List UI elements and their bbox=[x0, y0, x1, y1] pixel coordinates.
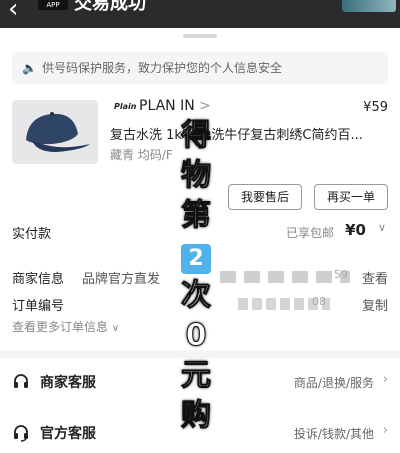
privacy-notice-text: 供号码保护服务，致力保护您的个人信息安全 bbox=[42, 61, 283, 75]
merchant-info-value: 品牌官方直发 bbox=[82, 272, 161, 287]
official-service-sub: 投诉/钱款/其他 bbox=[293, 427, 374, 441]
overlay-char: 0 bbox=[185, 318, 207, 354]
masked-phone bbox=[220, 271, 350, 283]
chevron-down-icon: ∨ bbox=[111, 323, 120, 334]
after-sale-button[interactable]: 我要售后 bbox=[228, 184, 302, 210]
payment-amount: ¥0 bbox=[345, 221, 366, 239]
official-service-label: 官方客服 bbox=[40, 426, 96, 442]
copy-button[interactable]: 复制 bbox=[362, 295, 388, 314]
shop-logo: Plain bbox=[114, 102, 137, 111]
headset-icon bbox=[14, 374, 28, 388]
more-order-info-label: 查看更多订单信息 bbox=[12, 320, 109, 334]
overlay-char: 得 bbox=[181, 118, 212, 154]
merchant-service-sub: 商品/退换/服务 bbox=[293, 376, 374, 390]
order-number-tail: 08 bbox=[312, 295, 326, 308]
sheet-drag-handle[interactable] bbox=[183, 34, 217, 38]
shop-name[interactable]: PLAN IN > bbox=[139, 98, 211, 114]
product-name[interactable]: 复古水洗 1k% 水洗牛仔复古刺绣C简约百... bbox=[110, 124, 380, 143]
merchant-info-label: 商家信息 bbox=[12, 272, 65, 287]
rebuy-button[interactable]: 再买一单 bbox=[314, 184, 388, 210]
overlay-char: 第 bbox=[181, 198, 212, 234]
free-shipping-text: 已享包邮 bbox=[285, 226, 334, 240]
privacy-notice: 🔈 供号码保护服务，致力保护您的个人信息安全 bbox=[12, 52, 388, 84]
merchant-info-tail: 59 bbox=[334, 268, 348, 281]
view-button[interactable]: 查看 bbox=[362, 268, 388, 287]
app-logo: APP bbox=[38, 0, 68, 10]
top-bar: ‹ APP 交易成功 bbox=[0, 0, 400, 28]
overlay-char: 物 bbox=[181, 158, 212, 194]
chevron-right-icon: › bbox=[382, 423, 388, 438]
shop-chevron-icon: > bbox=[199, 98, 211, 114]
headset-icon bbox=[14, 425, 28, 442]
page-title: 交易成功 bbox=[74, 0, 146, 14]
merchant-service-label: 商家客服 bbox=[40, 375, 96, 391]
back-icon[interactable]: ‹ bbox=[8, 0, 18, 24]
speaker-icon: 🔈 bbox=[22, 61, 37, 75]
product-price: ¥59 bbox=[363, 100, 388, 115]
chevron-right-icon: › bbox=[382, 372, 388, 387]
overlay-char: 购 bbox=[181, 398, 212, 434]
order-number-label: 订单编号 bbox=[12, 299, 65, 314]
product-spec: 藏青 均码/F bbox=[110, 148, 173, 162]
overlay-number-badge: 2 bbox=[181, 244, 211, 274]
product-image[interactable] bbox=[12, 100, 98, 164]
overlay-char: 元 bbox=[181, 358, 212, 394]
chevron-down-icon[interactable]: ∨ bbox=[378, 221, 386, 234]
overlay-char: 次 bbox=[181, 278, 212, 314]
header-thumbnail bbox=[342, 0, 396, 12]
promo-overlay-text: 得 物 第 2 次 0 元 购 bbox=[174, 116, 218, 436]
payment-label: 实付款 bbox=[12, 227, 52, 242]
